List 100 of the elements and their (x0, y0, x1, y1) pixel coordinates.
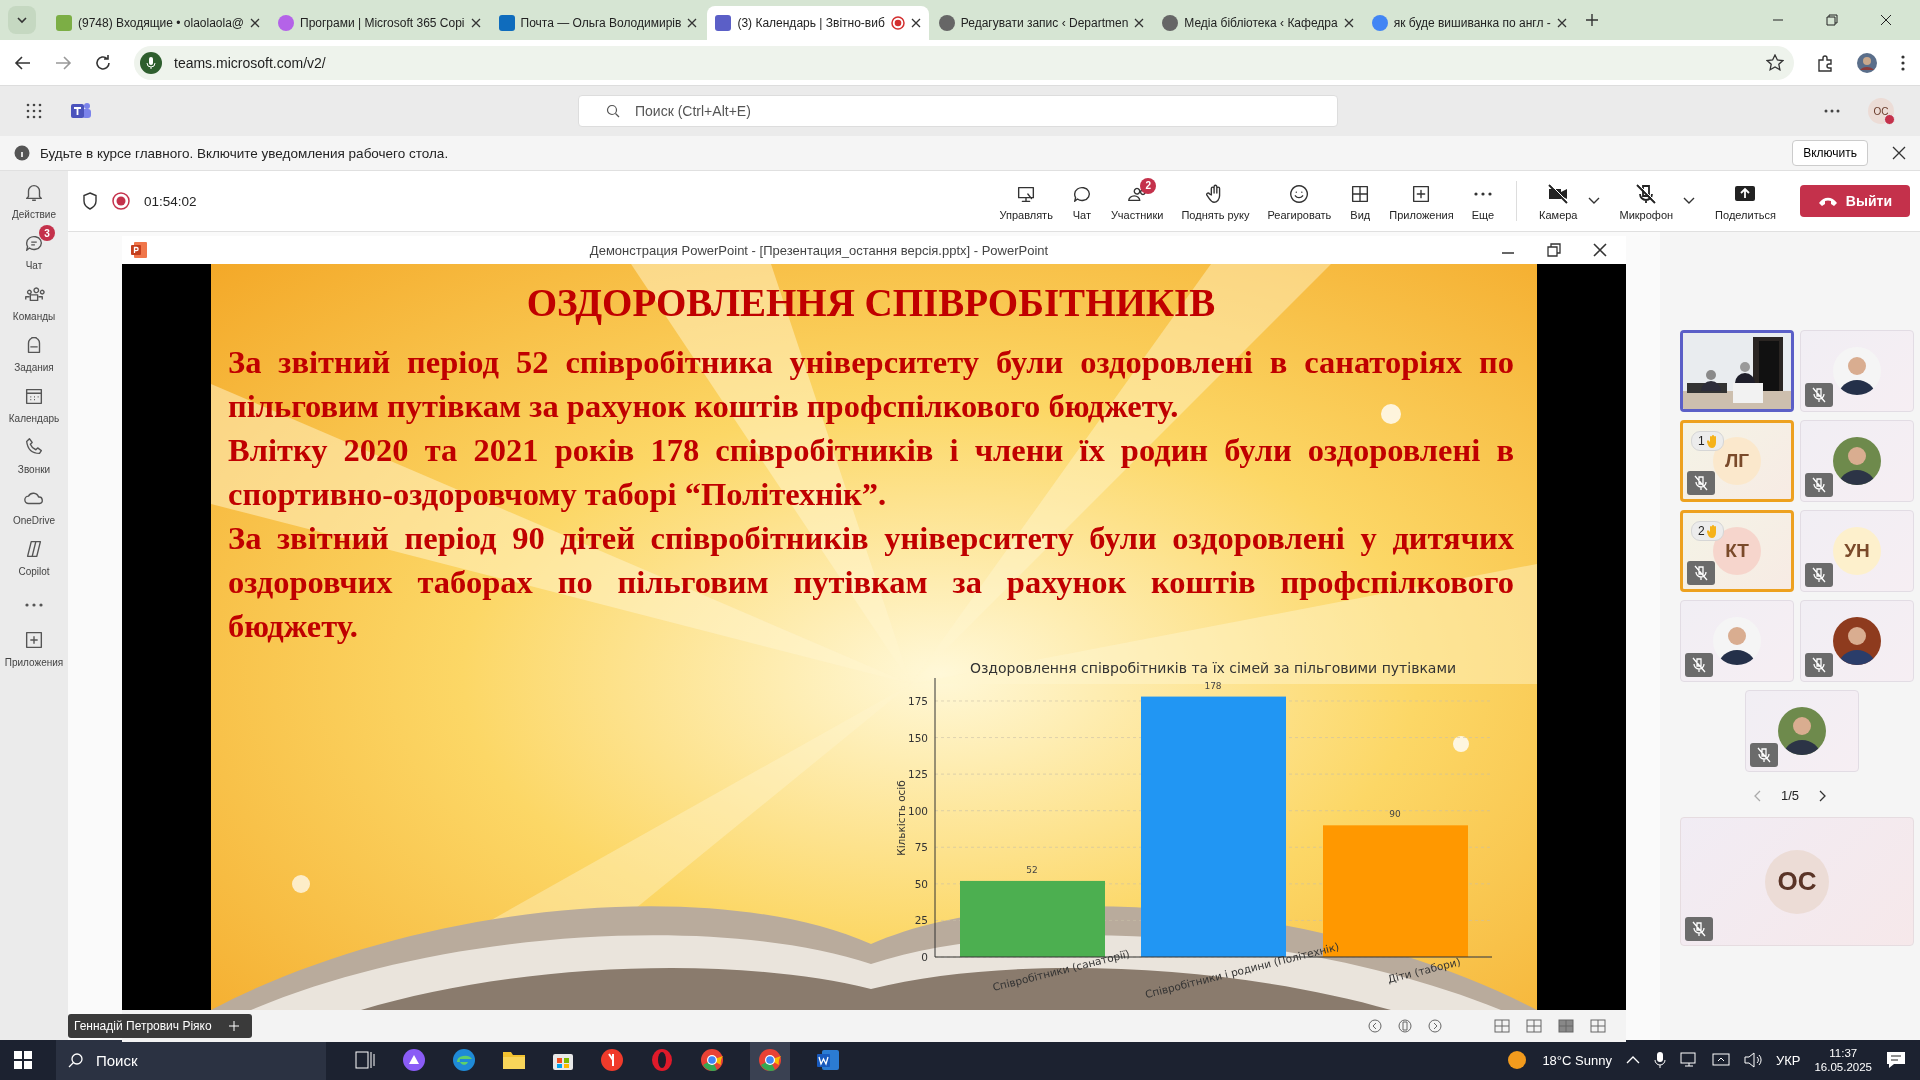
toolbar-button[interactable]: Приложения (1387, 181, 1456, 221)
taskbar-search-field[interactable]: Поиск (56, 1040, 326, 1080)
app-launcher-icon[interactable] (26, 103, 42, 119)
reload-icon[interactable] (94, 53, 112, 72)
close-icon[interactable] (1343, 18, 1354, 28)
close-icon[interactable] (1880, 14, 1892, 26)
start-icon[interactable] (14, 1051, 32, 1069)
search-field[interactable]: Поиск (Ctrl+Alt+E) (578, 95, 1338, 127)
caret-icon[interactable] (1683, 197, 1696, 205)
presenter-name-tag: Геннадій Петрович Ріяко (68, 1014, 252, 1038)
restore-icon[interactable] (1826, 14, 1838, 26)
slideshow-nav-icon[interactable] (1398, 1019, 1412, 1033)
close-icon[interactable] (1593, 243, 1607, 257)
back-icon[interactable] (14, 53, 32, 72)
rail-item[interactable]: Приложения (1, 621, 67, 668)
display-icon[interactable] (1711, 1052, 1730, 1068)
participant-tile[interactable]: КТ 2 (1680, 510, 1794, 592)
rail-item[interactable]: Задания (1, 326, 67, 373)
close-icon[interactable] (910, 18, 921, 28)
toolbar-button[interactable]: Вид (1347, 181, 1374, 221)
clock-time[interactable]: 11:37 (1829, 1047, 1858, 1059)
close-icon[interactable] (687, 18, 698, 28)
word-app-icon[interactable] (816, 1048, 840, 1072)
leave-button[interactable]: Выйти (1799, 185, 1910, 217)
chevron-up-icon[interactable] (1625, 1055, 1640, 1065)
count-badge: 2 (1140, 177, 1157, 194)
tab-title: Програми | Microsoft 365 Copi (300, 16, 465, 30)
notifications-icon[interactable] (1886, 1051, 1906, 1069)
toolbar-button[interactable]: Поднять руку (1179, 181, 1252, 221)
browser-app-icon[interactable] (758, 1048, 782, 1072)
rail-item[interactable]: Copilot (1, 530, 67, 577)
tab-search-button[interactable] (8, 6, 36, 34)
view-icon[interactable] (1494, 1019, 1510, 1033)
browser-tab[interactable]: Почта — Ольга Володимирів (490, 6, 706, 40)
tab-title: Редагувати запис ‹ Departmen (960, 16, 1129, 30)
notification-text: Будьте в курсе главного. Включите уведомления рабочего стола. (40, 145, 449, 161)
close-icon[interactable] (250, 18, 260, 28)
browser-tab[interactable]: Медіа бібліотека ‹ Кафедра (1154, 6, 1362, 40)
browser-tab[interactable]: (9748) Входящие • olaolaola@ (48, 6, 268, 40)
keyboard-language[interactable]: УКР (1775, 1052, 1801, 1068)
toolbar-button[interactable]: Камера (1537, 181, 1580, 221)
teams-logo-icon[interactable] (70, 101, 92, 121)
shield-icon[interactable] (82, 192, 98, 210)
browser-app-icon[interactable] (600, 1048, 624, 1072)
browser-app-icon[interactable] (452, 1048, 476, 1072)
close-icon[interactable] (470, 18, 481, 28)
browser-tab[interactable]: Редагувати запис ‹ Departmen (930, 6, 1153, 40)
account-avatar[interactable]: ОС (1868, 98, 1894, 124)
browser-tab[interactable]: як буде вишиванка по англ - (1363, 6, 1575, 40)
folder-icon[interactable] (502, 1049, 526, 1071)
expand-icon[interactable] (227, 1020, 240, 1032)
bookmark-star-icon[interactable] (1766, 53, 1784, 72)
rail-item[interactable]: 3 Чат (1, 224, 67, 271)
share-button[interactable]: Поделиться (1713, 181, 1778, 221)
browser-app-icon[interactable] (700, 1048, 724, 1072)
browser-tab[interactable]: Програми | Microsoft 365 Copi (270, 6, 489, 40)
next-page-icon[interactable] (1817, 789, 1828, 802)
browser-tab[interactable]: (3) Календарь | Звітно-виб (707, 6, 929, 40)
site-icon (498, 15, 515, 31)
axis-title: Кількість осіб (895, 780, 907, 856)
restore-icon[interactable] (1547, 243, 1561, 257)
rail-item[interactable]: Звонки (1, 428, 67, 475)
slideshow-nav-icon[interactable] (1368, 1019, 1382, 1033)
enable-button[interactable]: Включить (1792, 140, 1868, 166)
microphone-icon[interactable] (1653, 1051, 1666, 1069)
participant-tile[interactable]: ЛГ 1 (1680, 420, 1794, 502)
close-icon[interactable] (1134, 18, 1145, 28)
view-icon[interactable] (1526, 1019, 1542, 1033)
hand-icon (1706, 434, 1719, 448)
weather-text[interactable]: 18°C Sunny (1542, 1052, 1612, 1068)
toolbar-button[interactable]: Управлять (997, 181, 1055, 221)
toolbar-button[interactable]: Еще (1469, 181, 1497, 221)
toolbar-button[interactable]: Реагировать (1265, 181, 1334, 221)
more-icon[interactable] (25, 603, 43, 607)
caret-icon[interactable] (1587, 197, 1600, 205)
address-field[interactable]: teams.microsoft.com/v2/ (134, 45, 1794, 80)
new-tab-icon[interactable] (1584, 13, 1599, 27)
toolbar-button[interactable]: Микрофон (1617, 181, 1676, 221)
extensions-icon[interactable] (1816, 53, 1834, 72)
toolbar-button[interactable]: Чат (1068, 181, 1095, 221)
rail-item[interactable]: Команды (1, 275, 67, 322)
close-icon[interactable] (1556, 18, 1567, 28)
more-icon[interactable] (1824, 109, 1840, 113)
weather-sun-icon[interactable] (1506, 1049, 1529, 1071)
network-icon[interactable] (1679, 1052, 1698, 1068)
close-icon[interactable] (1892, 146, 1906, 160)
rail-item[interactable]: OneDrive (1, 479, 67, 526)
powerpoint-icon (130, 241, 148, 259)
forward-icon[interactable] (54, 53, 72, 72)
rail-item[interactable]: Действие (1, 173, 67, 220)
speaker-icon[interactable] (1743, 1052, 1762, 1068)
slideshow-nav-icon[interactable] (1428, 1019, 1442, 1033)
view-icon[interactable] (1590, 1019, 1606, 1033)
profile-avatar-icon[interactable] (1856, 51, 1878, 74)
menu-icon[interactable] (1900, 53, 1906, 72)
clock-date[interactable]: 16.05.2025 (1814, 1061, 1872, 1073)
task-view-icon[interactable] (354, 1049, 376, 1071)
participant-tile[interactable]: УН (1800, 510, 1914, 592)
app-icon[interactable] (402, 1048, 426, 1072)
rail-item[interactable]: Календарь (1, 377, 67, 424)
